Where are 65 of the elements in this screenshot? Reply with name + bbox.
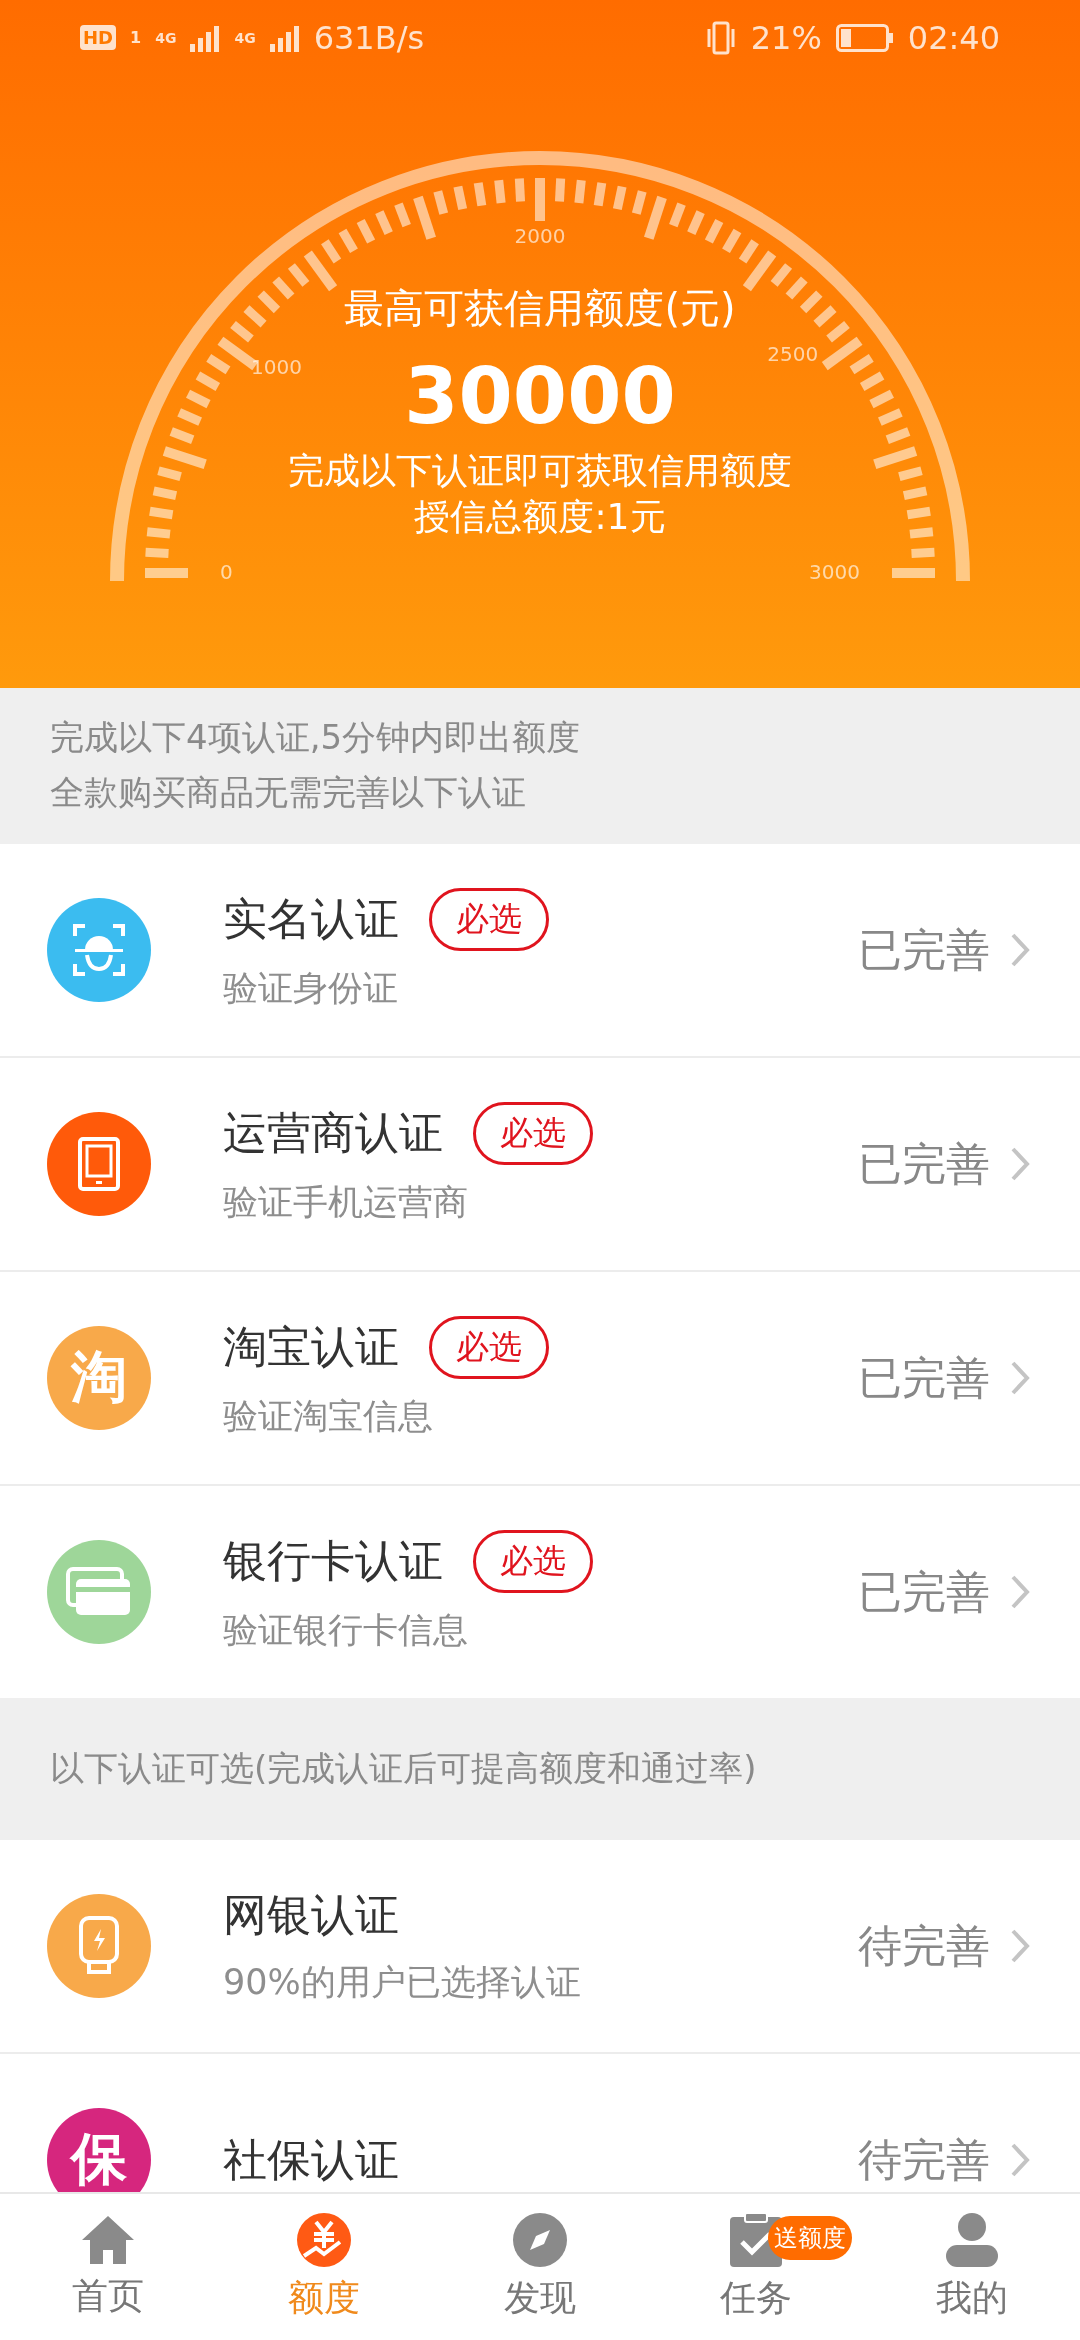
verification-row[interactable]: 银行卡认证 必选 验证银行卡信息 已完善 [0,1486,1080,1698]
item-status: 已完善 [858,922,990,977]
notice-text: 全款购买商品无需完善以下认证 [50,771,527,814]
gauge-scale-label: 1000 [251,355,302,380]
network-type: 4G [155,29,177,46]
chevron-icon [1010,1574,1030,1610]
tab-item[interactable]: 送额度 任务 [648,2194,864,2340]
required-tag: 必选 [473,1530,593,1593]
total-credit: 授信总额度:1元 [414,495,666,539]
signal-icon [269,23,300,52]
sim-number: 1 [130,28,142,47]
chevron-icon [1010,932,1030,968]
battery-percent: 21% [750,18,822,57]
verification-row[interactable]: 运营商认证 必选 验证手机运营商 已完善 [0,1058,1080,1272]
item-status: 已完善 [858,1564,990,1619]
hd-badge: HD [80,25,116,50]
character-icon: 保 [47,2108,151,2192]
item-subtitle: 90%的用户已选择认证 [223,1961,582,2004]
item-status: 待完善 [858,2132,990,2187]
item-title: 银行卡认证 [223,1534,443,1588]
gauge-scale-label: 2000 [514,224,566,248]
bonus-badge: 送额度 [768,2216,852,2260]
required-tag: 必选 [429,888,549,951]
item-title: 社保认证 [223,2132,399,2187]
yen-trend-icon [296,2211,352,2268]
item-title: 实名认证 [223,892,399,946]
chevron-icon [1010,1360,1030,1396]
notice-text: 完成以下4项认证,5分钟内即出额度 [50,716,582,759]
signal-icon [190,23,221,52]
compass-icon [512,2211,568,2268]
item-title: 网银认证 [223,1888,399,1942]
item-title: 运营商认证 [223,1106,443,1160]
item-subtitle: 验证淘宝信息 [223,1395,434,1438]
credit-hint: 完成以下认证即可获取信用额度 [288,449,792,493]
credit-amount: 30000 [404,350,676,443]
verification-row[interactable]: 实名认证 必选 验证身份证 已完善 [0,844,1080,1058]
item-status: 待完善 [858,1918,990,1973]
character-icon: 淘 [47,1326,151,1430]
item-status: 已完善 [858,1136,990,1191]
gauge-scale-label: 0 [220,560,233,584]
gauge-scale-label: 3000 [809,560,860,584]
clock-time: 02:40 [907,18,1000,57]
item-subtitle: 验证身份证 [223,967,399,1010]
verification-row[interactable]: 淘 淘宝认证 必选 验证淘宝信息 已完善 [0,1272,1080,1486]
credit-limit-title: 最高可获信用额度(元) [344,284,736,333]
required-tag: 必选 [473,1102,593,1165]
item-subtitle: 验证银行卡信息 [223,1609,469,1652]
tab-item[interactable]: 我的 [864,2194,1080,2340]
item-title: 淘宝认证 [223,1320,399,1374]
network-type: 4G [234,29,256,46]
item-subtitle: 验证手机运营商 [223,1181,469,1224]
optional-note: 以下认证可选(完成认证后可提高额度和通过率) [50,1747,757,1790]
gauge-scale-label: 2500 [767,341,819,366]
chevron-icon [1010,1928,1030,1964]
chevron-icon [1010,1146,1030,1182]
tab-item[interactable]: 发现 [432,2194,648,2340]
verification-row[interactable]: 网银认证 90%的用户已选择认证 待完善 [0,1840,1080,2054]
chevron-icon [1010,2142,1030,2178]
item-status: 已完善 [858,1350,990,1405]
network-speed: 631B/s [313,18,425,57]
required-tag: 必选 [429,1316,549,1379]
tab-item[interactable]: 首页 [0,2194,216,2340]
person-icon [944,2211,1000,2268]
battery-icon [835,23,894,52]
home-icon [80,2213,136,2266]
